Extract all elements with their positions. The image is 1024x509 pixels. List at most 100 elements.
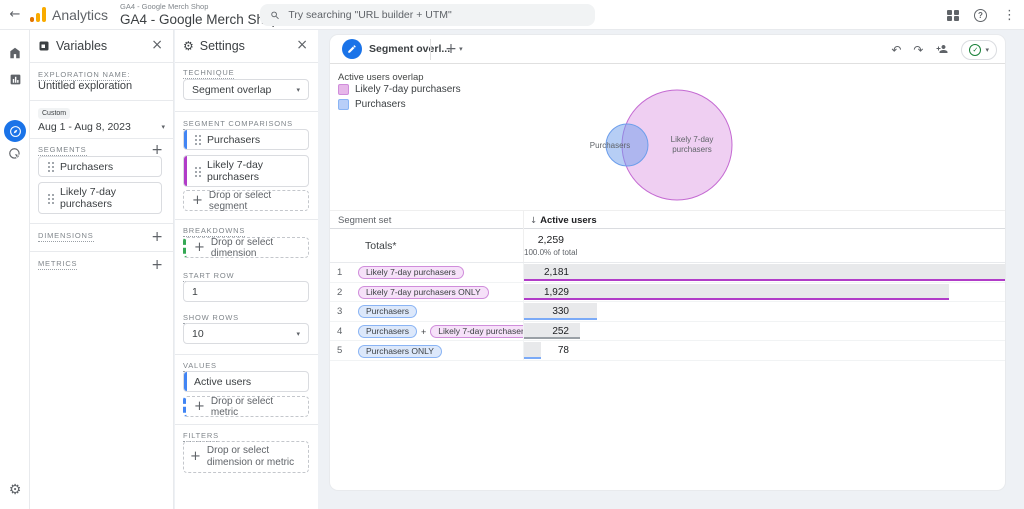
advertising-icon[interactable] [4, 143, 26, 165]
values-metric-chip[interactable]: Active users [183, 371, 309, 392]
row-segment-chips: Purchasers [358, 302, 417, 322]
exploration-name-value[interactable]: Untitled exploration [38, 80, 132, 92]
venn-big-label-1: Likely 7-day [671, 135, 714, 144]
explore-icon[interactable] [4, 120, 26, 142]
value-cell: 78 [523, 341, 1005, 360]
table-row[interactable]: 2Likely 7-day purchasers ONLY1,929 [330, 283, 1005, 303]
share-user-icon[interactable] [935, 43, 949, 57]
value-cell: 252 [523, 322, 1005, 341]
venn-big-label-2: purchasers [672, 145, 712, 154]
venn-small-label: Purchasers [590, 141, 630, 150]
search-icon [270, 10, 280, 21]
values-chip-label: Active users [194, 376, 251, 388]
value-text: 1,929 [524, 283, 569, 303]
venn-diagram[interactable]: Purchasers Likely 7-day purchasers [330, 64, 1005, 210]
comparison-segment-chip[interactable]: Likely 7-day purchasers [183, 155, 309, 187]
admin-gear-icon[interactable]: ⚙ [4, 479, 26, 501]
segment-set-chip[interactable]: Purchasers ONLY [358, 345, 442, 358]
search-input[interactable] [288, 9, 585, 21]
segment-set-chip[interactable]: Purchasers [358, 305, 417, 318]
segment-chip-label: Purchasers [60, 161, 113, 173]
kebab-menu-icon[interactable]: ⋮ [1003, 8, 1016, 23]
sort-desc-icon: ↓ [530, 216, 537, 226]
property-label: GA4 - Google Merch Shop [120, 2, 279, 11]
drop-filter-zone[interactable]: + Drop or select dimension or metric [183, 441, 309, 473]
row-number: 5 [337, 341, 342, 361]
google-apps-icon[interactable] [947, 10, 958, 21]
totals-label: Totals* [365, 229, 397, 263]
drop-segment-zone[interactable]: + Drop or select segment [183, 190, 309, 211]
row-segment-chips: Likely 7-day purchasers ONLY [358, 283, 489, 303]
search-bar[interactable] [260, 4, 595, 26]
table-header: Segment set ↓Active users [330, 210, 1005, 229]
property-switcher[interactable]: GA4 - Google Merch Shop GA4 - Google Mer… [120, 2, 279, 27]
segment-comparisons-list: Purchasers Likely 7-day purchasers [183, 129, 309, 187]
show-rows-select[interactable]: 10 ▾ [183, 323, 309, 344]
drop-metric-zone[interactable]: + Drop or select metric [183, 396, 309, 417]
value-cell: 2,181 [523, 263, 1005, 282]
home-icon[interactable] [4, 42, 26, 64]
row-segment-chips: Purchasers + Likely 7-day purchasers [358, 322, 536, 342]
segment-set-chip[interactable]: Likely 7-day purchasers ONLY [358, 286, 489, 299]
app-name: Analytics [52, 7, 108, 23]
add-metric-icon[interactable]: + [151, 258, 163, 272]
exploration-canvas: Segment overl... ▾ + ↶ ↷ ✓ ▾ Active user… [330, 35, 1005, 490]
variables-segment-chip[interactable]: Purchasers [38, 156, 162, 177]
comparison-chip-label: Purchasers [207, 134, 260, 146]
start-row-input[interactable]: 1 [183, 281, 309, 302]
variables-panel: Variables × EXPLORATION NAME: Untitled e… [30, 30, 174, 509]
add-dimension-icon[interactable]: + [151, 230, 163, 244]
segment-set-column-header: Segment set [338, 211, 391, 230]
check-circle-icon: ✓ [969, 44, 981, 56]
status-ok-dropdown[interactable]: ✓ ▾ [961, 40, 997, 60]
ga4-explore-page: ← Analytics GA4 - Google Merch Shop GA4 … [0, 0, 1024, 509]
row-segment-chips: Purchasers ONLY [358, 341, 442, 361]
back-icon[interactable]: ← [6, 6, 24, 24]
row-number: 1 [337, 263, 342, 283]
date-custom-badge: Custom [38, 108, 70, 119]
variables-icon [38, 40, 50, 52]
date-range-picker[interactable]: Aug 1 - Aug 8, 2023 ▾ [38, 121, 165, 133]
help-icon[interactable]: ? [974, 9, 987, 22]
segment-set-chip[interactable]: Likely 7-day purchasers [430, 325, 536, 338]
comparison-segment-chip[interactable]: Purchasers [183, 129, 309, 150]
table-row[interactable]: 3Purchasers330 [330, 302, 1005, 322]
reports-icon[interactable] [4, 68, 26, 90]
segments-label: SEGMENTS [38, 145, 87, 156]
redo-icon[interactable]: ↷ [913, 44, 923, 56]
analytics-logo-icon[interactable] [30, 7, 47, 22]
totals-value: 2,259 [524, 234, 564, 246]
segment-color-bar [184, 156, 187, 186]
values-list: Active users [183, 371, 309, 392]
comparison-chip-label: Likely 7-day purchasers [207, 159, 300, 183]
drag-handle-icon [194, 134, 201, 145]
drop-dimension-zone[interactable]: + Drop or select dimension [183, 237, 309, 258]
value-bar [524, 264, 1005, 281]
segment-set-chip[interactable]: Purchasers [358, 325, 417, 338]
settings-gear-icon: ⚙ [183, 39, 194, 53]
metric-color-bar [184, 372, 187, 391]
value-cell: 1,929 [523, 283, 1005, 302]
value-cell: 330 [523, 302, 1005, 321]
table-row[interactable]: 5 Purchasers ONLY 78 [330, 341, 1005, 361]
close-settings-icon[interactable]: × [296, 38, 308, 52]
variables-segment-chip[interactable]: Likely 7-day purchasers [38, 182, 162, 214]
add-segment-icon[interactable]: + [151, 143, 163, 157]
variables-segment-list: Purchasers Likely 7-day purchasers [38, 156, 162, 214]
table-row[interactable]: 4Purchasers+Likely 7-day purchasers252 [330, 322, 1005, 342]
table-rows: 1Likely 7-day purchasers2,1812Likely 7-d… [330, 263, 1005, 361]
segment-set-chip[interactable]: Likely 7-day purchasers [358, 266, 464, 279]
add-tab-button[interactable]: + [440, 38, 462, 60]
close-variables-icon[interactable]: × [151, 38, 163, 52]
technique-select[interactable]: Segment overlap ▾ [183, 79, 309, 100]
value-bar [524, 284, 949, 301]
top-header: ← Analytics GA4 - Google Merch Shop GA4 … [0, 0, 1024, 30]
chip-joiner: + [421, 327, 426, 337]
undo-icon[interactable]: ↶ [891, 44, 901, 56]
active-users-column-header[interactable]: ↓Active users [523, 211, 1005, 230]
table-row[interactable]: 1 Likely 7-day purchasers 2,181 [330, 263, 1005, 283]
edit-pencil-icon [342, 39, 362, 59]
value-text: 252 [524, 322, 569, 342]
tab-label: Segment overl... [369, 43, 450, 55]
dimensions-label: DIMENSIONS [38, 231, 94, 242]
